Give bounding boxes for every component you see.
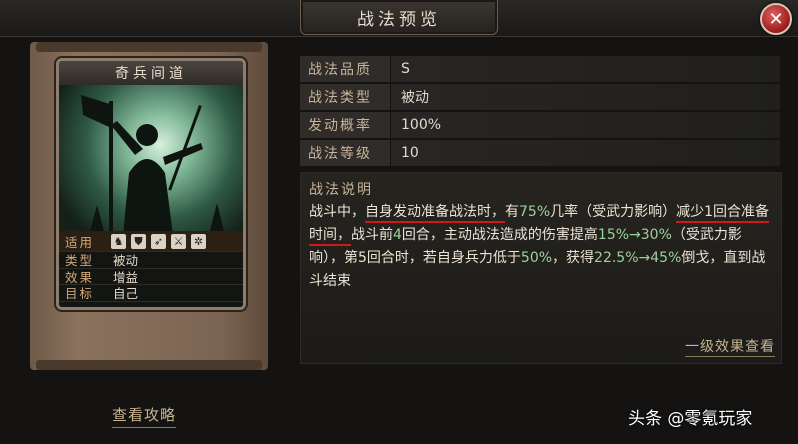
description-segment: 几率（受武力影响） (550, 204, 677, 220)
description-label: 战法说明 (309, 182, 373, 198)
description-segment: 有 (505, 204, 519, 220)
info-key: 战法等级 (300, 140, 391, 166)
description-segment: 战斗中， (309, 204, 365, 220)
description-segment: 战斗前 (351, 227, 393, 243)
warrior-silhouette-icon (81, 95, 225, 235)
info-value: 10 (401, 145, 419, 161)
info-table: 战法品质 S 战法类型 被动 发动概率 100% 战法等级 10 (300, 56, 780, 168)
view-strategy-link[interactable]: 查看攻略 (112, 404, 177, 428)
info-value: S (401, 61, 410, 77)
description-segment: 4 (393, 227, 402, 243)
description-segment: 50% (520, 250, 553, 266)
bow-icon: ➶ (151, 233, 166, 249)
description-segment: 22.5%→45% (594, 250, 682, 266)
description-segment: ，获得 (552, 250, 595, 266)
description-segment: 回合，主动战法造成的伤害提高 (401, 227, 598, 243)
card-title: 奇兵间道 (59, 61, 243, 86)
info-key: 战法类型 (300, 84, 391, 110)
info-key: 发动概率 (300, 112, 391, 138)
info-key: 战法品质 (300, 56, 391, 82)
close-icon: ✕ (768, 8, 784, 30)
info-row-level: 战法等级 10 (300, 140, 780, 166)
wheel-icon: ✲ (191, 233, 206, 249)
watermark: 头条 @零氪玩家 (628, 409, 753, 429)
description-segment: 75% (519, 204, 551, 220)
card-stats: 适用 ♞ ⛊ ➶ ⚔ ✲ 类型 被动 效果 增益 目标 自己 (59, 231, 243, 307)
description-box: 战法说明 战斗中，自身发动准备战法时，有75%几率（受武力影响）减少1回合准备时… (300, 172, 782, 364)
info-row-probability: 发动概率 100% (300, 112, 780, 138)
stat-row-target: 目标 自己 (59, 285, 243, 302)
close-button[interactable]: ✕ (760, 3, 792, 35)
info-value: 被动 (401, 90, 429, 106)
stat-key: 适用 (65, 234, 95, 250)
suit-icons: ♞ ⛊ ➶ ⚔ ✲ (105, 233, 206, 249)
stat-key: 目标 (65, 286, 95, 302)
shield-icon: ⛊ (131, 233, 146, 249)
description-segment: 自身发动准备战法时， (365, 204, 505, 223)
info-row-type: 战法类型 被动 (300, 84, 780, 110)
tactic-card: 奇兵间道 适用 ♞ ⛊ ➶ ⚔ ✲ 类型 被动 效果 增益 目标 自己 (56, 58, 246, 310)
info-value: 100% (401, 117, 442, 133)
description-segment: 15%→30% (597, 227, 672, 243)
cavalry-icon: ♞ (111, 233, 126, 249)
spear-icon: ⚔ (171, 233, 186, 249)
info-row-quality: 战法品质 S (300, 56, 780, 82)
stat-row-suitable: 适用 ♞ ⛊ ➶ ⚔ ✲ (59, 231, 243, 252)
description-text: 战斗中，自身发动准备战法时，有75%几率（受武力影响）减少1回合准备时间，战斗前… (309, 201, 775, 293)
card-artwork (59, 85, 243, 235)
stat-value: 自己 (113, 286, 139, 302)
window-title: 战法预览 (300, 0, 498, 35)
level-one-effect-link[interactable]: 一级效果查看 (685, 336, 775, 357)
